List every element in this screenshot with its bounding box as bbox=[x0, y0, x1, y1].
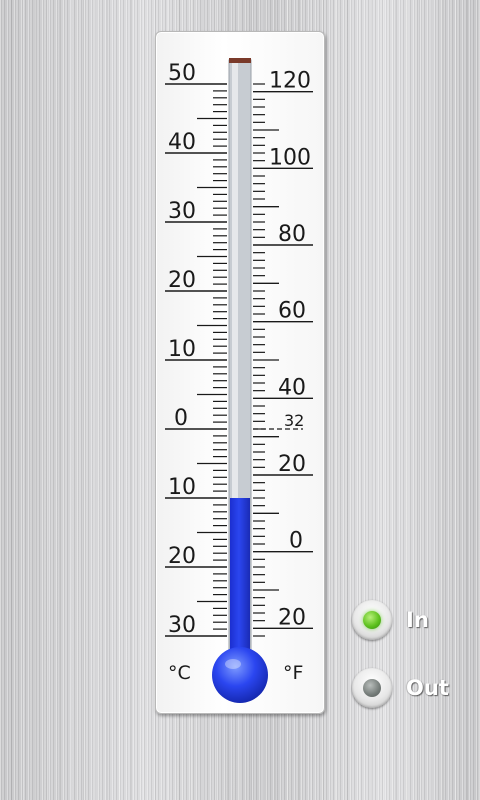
celsius-tick-label: 30 bbox=[168, 199, 196, 224]
fahrenheit-tick-label: 20 bbox=[278, 605, 306, 630]
celsius-tick-label: 10 bbox=[168, 475, 196, 500]
toggle-out[interactable]: Out bbox=[352, 668, 472, 712]
toggle-out-led-icon bbox=[363, 679, 381, 697]
celsius-tick-label: 20 bbox=[168, 268, 196, 293]
celsius-tick-label: 50 bbox=[168, 61, 196, 86]
celsius-labels: 50 40 30 20 10 0 10 20 30 bbox=[168, 61, 196, 638]
toggle-out-label: Out bbox=[406, 676, 449, 700]
fahrenheit-tick-label: 100 bbox=[269, 145, 311, 170]
toggle-out-ring[interactable] bbox=[352, 668, 392, 708]
bulb-highlight bbox=[225, 659, 241, 669]
toggle-in-label: In bbox=[406, 608, 429, 632]
fahrenheit-tick-label: 0 bbox=[289, 529, 303, 554]
fahrenheit-unit-label: °F bbox=[283, 662, 304, 684]
toggle-in-ring[interactable] bbox=[352, 600, 392, 640]
fahrenheit-tick-label: 40 bbox=[278, 375, 306, 400]
celsius-tick-label: 0 bbox=[174, 406, 188, 431]
fahrenheit-labels: 120 100 80 60 40 32 20 0 20 bbox=[269, 69, 311, 631]
celsius-tick-label: 20 bbox=[168, 544, 196, 569]
celsius-tick-label: 40 bbox=[168, 130, 196, 155]
thermometer-panel: 50 40 30 20 10 0 10 20 30 120 100 80 60 40 32 20 0 20 °C… bbox=[155, 31, 325, 714]
fahrenheit-tick-label: 32 bbox=[284, 411, 304, 430]
toggle-in-led-icon bbox=[363, 611, 381, 629]
fahrenheit-tick-label: 20 bbox=[278, 452, 306, 477]
fahrenheit-tick-label: 80 bbox=[278, 222, 306, 247]
toggle-in[interactable]: In bbox=[352, 600, 472, 644]
fahrenheit-tick-label: 60 bbox=[278, 299, 306, 324]
celsius-tick-label: 30 bbox=[168, 613, 196, 638]
celsius-tick-label: 10 bbox=[168, 337, 196, 362]
tube-cap bbox=[229, 58, 251, 63]
mercury-column bbox=[230, 498, 250, 672]
fahrenheit-tick-label: 120 bbox=[269, 69, 311, 94]
celsius-unit-label: °C bbox=[168, 662, 191, 684]
thermometer-scale: 50403020100102030 1201008060403220020 bbox=[165, 58, 313, 703]
thermometer-bulb bbox=[212, 647, 268, 703]
